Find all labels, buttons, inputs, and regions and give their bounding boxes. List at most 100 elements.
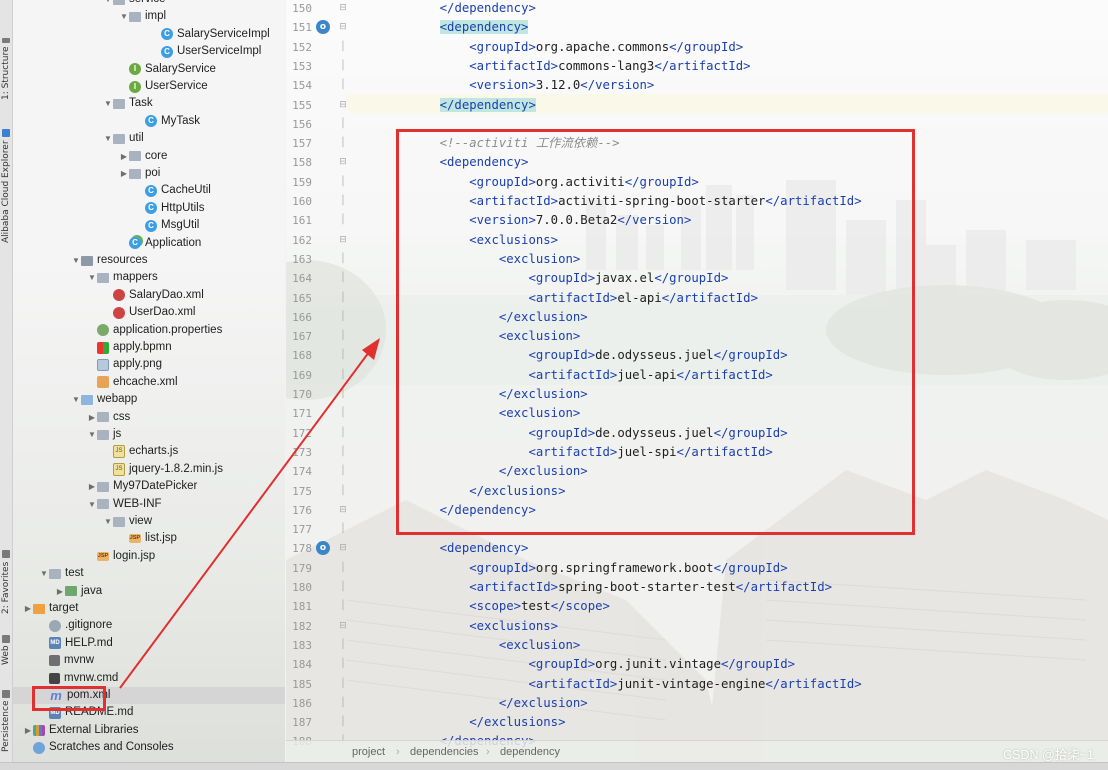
tree-item-external-libraries[interactable]: ▶ External Libraries xyxy=(13,722,285,739)
tree-item-application[interactable]: C Application xyxy=(13,235,285,252)
tree-item-cacheutil[interactable]: C CacheUtil xyxy=(13,182,285,199)
tree-item-echarts-js[interactable]: JS echarts.js xyxy=(13,443,285,460)
fold-marker-icon[interactable]: ⊟ xyxy=(339,539,347,558)
fold-marker-icon[interactable]: │ xyxy=(339,289,347,308)
code-line[interactable]: </exclusion> xyxy=(410,694,588,713)
fold-marker-icon[interactable]: │ xyxy=(339,443,347,462)
code-line[interactable]: <artifactId>spring-boot-starter-test</ar… xyxy=(410,578,832,597)
fold-marker-icon[interactable]: │ xyxy=(339,636,347,655)
fold-marker-icon[interactable]: │ xyxy=(339,404,347,423)
tree-item-webapp[interactable]: ▼ webapp xyxy=(13,391,285,408)
structure-tab[interactable]: 1: Structure xyxy=(0,38,12,100)
alibaba-cloud-tab[interactable]: Alibaba Cloud Explorer xyxy=(0,126,12,246)
tree-item-service[interactable]: ▼ service xyxy=(13,0,285,8)
tree-item-css[interactable]: ▶ css xyxy=(13,409,285,426)
collapse-arrow-icon[interactable]: ▶ xyxy=(23,722,33,739)
tree-item-list-jsp[interactable]: JSP list.jsp xyxy=(13,530,285,547)
tree-item-task[interactable]: ▼ Task xyxy=(13,95,285,112)
code-line[interactable]: </dependency> xyxy=(410,96,536,115)
code-line[interactable]: </dependency> xyxy=(410,0,536,18)
expand-arrow-icon[interactable]: ▼ xyxy=(87,269,97,286)
fold-marker-icon[interactable]: ⊟ xyxy=(339,0,347,18)
tree-item-util[interactable]: ▼ util xyxy=(13,130,285,147)
fold-marker-icon[interactable]: ⊟ xyxy=(339,231,347,250)
tree-item-userdao-xml[interactable]: UserDao.xml xyxy=(13,304,285,321)
fold-marker-icon[interactable]: │ xyxy=(339,675,347,694)
fold-marker-icon[interactable]: │ xyxy=(339,482,347,501)
tree-item-salaryservice[interactable]: I SalaryService xyxy=(13,61,285,78)
expand-arrow-icon[interactable]: ▼ xyxy=(119,8,129,25)
code-line[interactable]: <exclusion> xyxy=(410,636,580,655)
tree-item-target[interactable]: ▶ target xyxy=(13,600,285,617)
fold-marker-icon[interactable]: ⊟ xyxy=(339,501,347,520)
fold-marker-icon[interactable]: ⊟ xyxy=(339,153,347,172)
tree-item-mappers[interactable]: ▼ mappers xyxy=(13,269,285,286)
collapse-arrow-icon[interactable]: ▶ xyxy=(119,148,129,165)
fold-marker-icon[interactable]: ⊟ xyxy=(339,18,347,37)
fold-marker-icon[interactable]: │ xyxy=(339,713,347,732)
collapse-arrow-icon[interactable]: ▶ xyxy=(87,478,97,495)
fold-marker-icon[interactable]: │ xyxy=(339,597,347,616)
fold-marker-icon[interactable]: │ xyxy=(339,578,347,597)
collapse-arrow-icon[interactable]: ▶ xyxy=(55,583,65,600)
collapse-arrow-icon[interactable]: ▶ xyxy=(119,165,129,182)
tree-item-resources[interactable]: ▼ resources xyxy=(13,252,285,269)
web-tab[interactable]: Web xyxy=(0,630,12,670)
tree-item-jquery-1-8-2-min-js[interactable]: JS jquery-1.8.2.min.js xyxy=(13,461,285,478)
code-line[interactable]: <groupId>org.springframework.boot</group… xyxy=(410,559,787,578)
fold-marker-icon[interactable]: │ xyxy=(339,250,347,269)
collapse-arrow-icon[interactable]: ▶ xyxy=(87,409,97,426)
tree-item-apply-png[interactable]: apply.png xyxy=(13,356,285,373)
breadcrumb-item-dependencies[interactable]: dependencies xyxy=(410,741,479,763)
fold-marker-icon[interactable]: │ xyxy=(339,559,347,578)
tree-item-gitignore[interactable]: .gitignore xyxy=(13,617,285,634)
code-editor[interactable]: 150 ⊟ 151 ⊟ o 152 │ 153 │ 154 │ 155 ⊟ 156 │ 157 │ 158 ⊟ 159… xyxy=(286,0,1108,769)
favorites-tab[interactable]: 2: Favorites xyxy=(0,548,12,616)
code-line[interactable]: <dependency> xyxy=(410,18,529,37)
code-line[interactable]: <exclusions> xyxy=(410,617,558,636)
tree-item-view[interactable]: ▼ view xyxy=(13,513,285,530)
fold-marker-icon[interactable]: │ xyxy=(339,38,347,57)
project-tree[interactable]: ▼service▼implCSalaryServiceImplCUserServ… xyxy=(13,0,285,769)
tree-item-salarydao-xml[interactable]: SalaryDao.xml xyxy=(13,287,285,304)
fold-marker-icon[interactable]: │ xyxy=(339,385,347,404)
fold-marker-icon[interactable]: │ xyxy=(339,327,347,346)
expand-arrow-icon[interactable]: ▼ xyxy=(103,130,113,147)
code-line[interactable]: <groupId>org.junit.vintage</groupId> xyxy=(410,655,795,674)
breadcrumb-item-dependency[interactable]: dependency xyxy=(500,741,560,763)
tree-item-impl[interactable]: ▼ impl xyxy=(13,8,285,25)
dependency-gutter-icon[interactable]: o xyxy=(316,20,330,35)
tree-item-login-jsp[interactable]: JSP login.jsp xyxy=(13,548,285,565)
code-line[interactable]: </exclusions> xyxy=(410,713,565,732)
fold-marker-icon[interactable]: │ xyxy=(339,520,347,539)
fold-marker-icon[interactable]: │ xyxy=(339,694,347,713)
tree-item-mvnw-cmd[interactable]: mvnw.cmd xyxy=(13,670,285,687)
fold-marker-icon[interactable]: │ xyxy=(339,134,347,153)
code-line[interactable]: <version>3.12.0</version> xyxy=(410,76,654,95)
fold-marker-icon[interactable]: │ xyxy=(339,308,347,327)
fold-marker-icon[interactable]: │ xyxy=(339,173,347,192)
breadcrumb-item-project[interactable]: project xyxy=(352,741,385,763)
tree-item-java[interactable]: ▶ java xyxy=(13,583,285,600)
fold-marker-icon[interactable]: │ xyxy=(339,76,347,95)
expand-arrow-icon[interactable]: ▼ xyxy=(71,252,81,269)
tree-item-apply-bpmn[interactable]: apply.bpmn xyxy=(13,339,285,356)
fold-marker-icon[interactable]: │ xyxy=(339,192,347,211)
tree-item-application-properties[interactable]: application.properties xyxy=(13,322,285,339)
tree-item-ehcache-xml[interactable]: ehcache.xml xyxy=(13,374,285,391)
fold-marker-icon[interactable]: │ xyxy=(339,115,347,134)
tree-item-core[interactable]: ▶ core xyxy=(13,148,285,165)
code-line[interactable]: <groupId>org.apache.commons</groupId> xyxy=(410,38,743,57)
fold-marker-icon[interactable]: │ xyxy=(339,655,347,674)
tree-item-help-md[interactable]: MD HELP.md xyxy=(13,635,285,652)
fold-marker-icon[interactable]: ⊟ xyxy=(339,617,347,636)
fold-marker-icon[interactable]: │ xyxy=(339,346,347,365)
expand-arrow-icon[interactable]: ▼ xyxy=(39,565,49,582)
collapse-arrow-icon[interactable]: ▶ xyxy=(23,600,33,617)
tree-item-scratches-and-consoles[interactable]: Scratches and Consoles xyxy=(13,739,285,756)
code-line[interactable]: <dependency> xyxy=(410,539,529,558)
fold-marker-icon[interactable]: │ xyxy=(339,462,347,481)
expand-arrow-icon[interactable]: ▼ xyxy=(87,496,97,513)
fold-marker-icon[interactable]: │ xyxy=(339,211,347,230)
tree-item-salaryserviceimpl[interactable]: C SalaryServiceImpl xyxy=(13,26,285,43)
